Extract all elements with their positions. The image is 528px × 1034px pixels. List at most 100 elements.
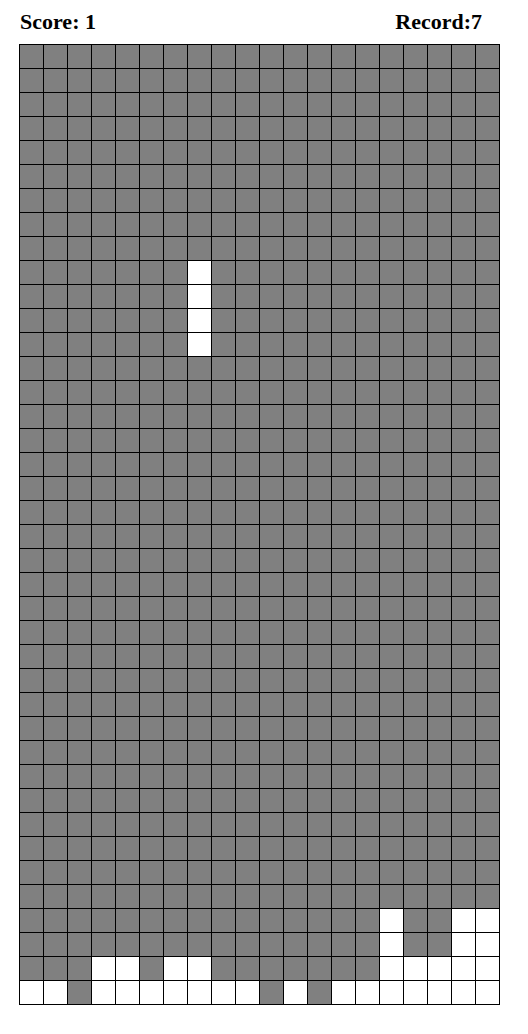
board-cell bbox=[236, 381, 260, 405]
board-cell bbox=[452, 333, 476, 357]
board-cell bbox=[260, 405, 284, 429]
board-cell bbox=[44, 237, 68, 261]
board-cell bbox=[284, 45, 308, 69]
board-cell bbox=[380, 549, 404, 573]
board-cell bbox=[116, 429, 140, 453]
board-cell bbox=[476, 789, 500, 813]
board-cell bbox=[20, 285, 44, 309]
board-cell bbox=[260, 765, 284, 789]
board-cell bbox=[68, 621, 92, 645]
board-cell bbox=[284, 501, 308, 525]
board-cell bbox=[284, 597, 308, 621]
board-cell bbox=[428, 261, 452, 285]
game-board[interactable] bbox=[19, 44, 500, 1005]
board-cell bbox=[164, 741, 188, 765]
board-cell bbox=[68, 405, 92, 429]
board-cell bbox=[68, 69, 92, 93]
board-cell bbox=[92, 789, 116, 813]
board-cell bbox=[164, 405, 188, 429]
board-cell bbox=[428, 213, 452, 237]
board-cell bbox=[236, 405, 260, 429]
board-cell bbox=[308, 381, 332, 405]
board-cell bbox=[356, 453, 380, 477]
board-cell bbox=[452, 789, 476, 813]
board-cell bbox=[308, 237, 332, 261]
board-cell bbox=[140, 981, 164, 1005]
board-cell bbox=[68, 45, 92, 69]
board-cell bbox=[188, 501, 212, 525]
board-cell bbox=[356, 189, 380, 213]
board-cell bbox=[68, 837, 92, 861]
board-cell bbox=[404, 381, 428, 405]
board-cell bbox=[212, 765, 236, 789]
board-cell bbox=[380, 813, 404, 837]
board-cell bbox=[188, 141, 212, 165]
board-cell bbox=[236, 741, 260, 765]
board-cell bbox=[308, 789, 332, 813]
board-cell bbox=[404, 213, 428, 237]
board-cell bbox=[308, 693, 332, 717]
board-cell bbox=[380, 621, 404, 645]
board-cell bbox=[92, 981, 116, 1005]
board-cell bbox=[404, 909, 428, 933]
board-cell bbox=[164, 93, 188, 117]
board-cell bbox=[284, 669, 308, 693]
board-cell bbox=[212, 453, 236, 477]
board-cell bbox=[332, 957, 356, 981]
board-cell bbox=[308, 525, 332, 549]
board-cell bbox=[44, 477, 68, 501]
board-cell bbox=[44, 693, 68, 717]
board-cell bbox=[212, 501, 236, 525]
board-cell bbox=[284, 357, 308, 381]
board-cell bbox=[380, 261, 404, 285]
board-cell bbox=[284, 981, 308, 1005]
board-cell bbox=[308, 333, 332, 357]
board-cell bbox=[92, 141, 116, 165]
board-cell bbox=[452, 141, 476, 165]
board-cell bbox=[140, 621, 164, 645]
board-cell bbox=[20, 69, 44, 93]
board-cell bbox=[356, 141, 380, 165]
board-cell bbox=[164, 309, 188, 333]
board-cell bbox=[140, 333, 164, 357]
board-cell bbox=[140, 549, 164, 573]
board-cell bbox=[308, 477, 332, 501]
board-cell bbox=[116, 189, 140, 213]
board-cell bbox=[284, 117, 308, 141]
board-cell bbox=[476, 693, 500, 717]
board-cell bbox=[260, 333, 284, 357]
board-cell bbox=[92, 885, 116, 909]
board-cell bbox=[164, 621, 188, 645]
board-cell bbox=[452, 813, 476, 837]
board-cell bbox=[404, 429, 428, 453]
board-cell bbox=[332, 93, 356, 117]
board-cell bbox=[236, 117, 260, 141]
board-cell bbox=[116, 957, 140, 981]
board-cell bbox=[380, 717, 404, 741]
board-cell bbox=[20, 405, 44, 429]
board-cell bbox=[404, 741, 428, 765]
board-cell bbox=[68, 693, 92, 717]
board-cell bbox=[260, 141, 284, 165]
board-cell bbox=[452, 45, 476, 69]
board-cell bbox=[356, 573, 380, 597]
board-cell bbox=[116, 693, 140, 717]
board-cell bbox=[404, 309, 428, 333]
board-cell bbox=[308, 213, 332, 237]
board-cell bbox=[68, 789, 92, 813]
board-cell bbox=[428, 789, 452, 813]
board-cell bbox=[356, 645, 380, 669]
board-cell bbox=[236, 309, 260, 333]
board-cell bbox=[20, 453, 44, 477]
board-cell bbox=[212, 885, 236, 909]
board-cell bbox=[284, 453, 308, 477]
board-cell bbox=[308, 957, 332, 981]
board-cell bbox=[332, 453, 356, 477]
board-cell bbox=[452, 693, 476, 717]
board-cell bbox=[164, 117, 188, 141]
board-cell bbox=[428, 93, 452, 117]
board-cell bbox=[404, 813, 428, 837]
board-cell bbox=[356, 309, 380, 333]
board-cell bbox=[68, 669, 92, 693]
board-cell bbox=[68, 333, 92, 357]
